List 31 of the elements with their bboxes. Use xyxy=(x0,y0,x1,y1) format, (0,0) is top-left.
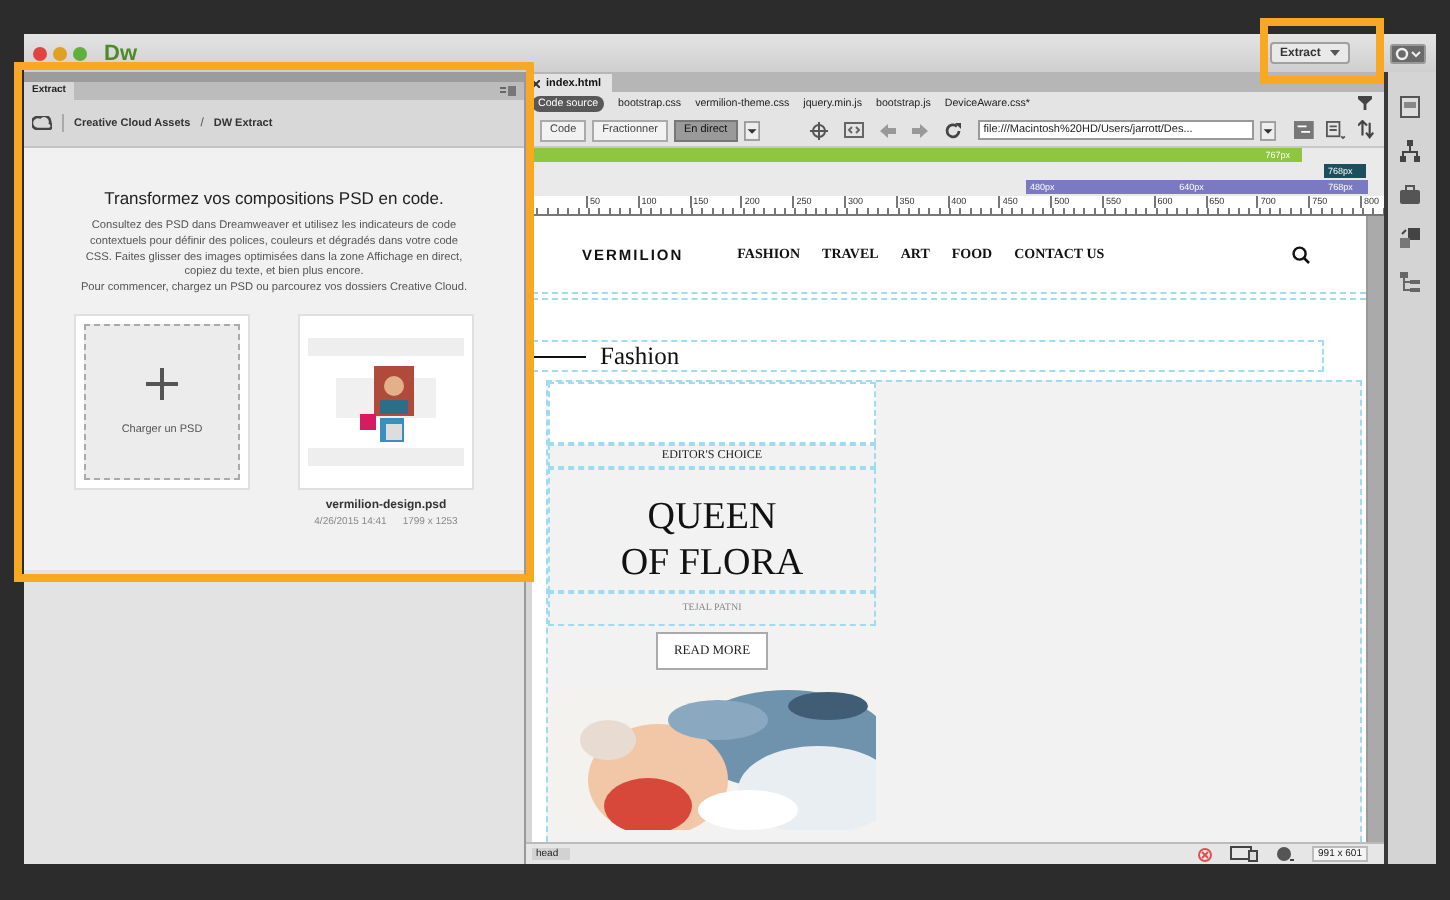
search-icon[interactable] xyxy=(1292,245,1310,263)
scrollbar[interactable] xyxy=(1366,216,1384,842)
list-options-icon[interactable] xyxy=(1326,120,1347,140)
sort-icon[interactable] xyxy=(1358,120,1376,140)
window-controls-icon[interactable] xyxy=(32,45,92,61)
app-logo: Dw xyxy=(104,41,137,65)
section-heading: Fashion xyxy=(600,341,680,371)
error-icon[interactable] xyxy=(1198,847,1213,861)
dropdown-icon[interactable] xyxy=(743,119,760,141)
swap-icon[interactable] xyxy=(1400,228,1420,250)
highlight-frame xyxy=(1260,18,1384,84)
plus-icon xyxy=(146,367,178,400)
creative-cloud-icon xyxy=(32,116,52,130)
card-title: QUEEN OF FLORA xyxy=(548,468,876,592)
tree-icon[interactable] xyxy=(1400,272,1420,294)
split-panes-icon[interactable] xyxy=(1294,120,1315,140)
code-view-icon[interactable] xyxy=(843,122,864,138)
panel-heading: Transformez vos compositions PSD en code. xyxy=(104,188,444,208)
devices-icon[interactable] xyxy=(1230,846,1259,862)
filter-icon[interactable] xyxy=(1358,96,1372,110)
briefcase-icon[interactable] xyxy=(1400,184,1420,206)
refresh-icon[interactable] xyxy=(943,121,962,139)
caret-icon xyxy=(1330,50,1340,56)
close-icon[interactable] xyxy=(532,79,540,87)
target-icon[interactable] xyxy=(809,121,828,139)
insert-panel-icon[interactable] xyxy=(1400,96,1420,118)
dropdown-icon[interactable] xyxy=(1260,119,1277,141)
panel-menu-icon[interactable] xyxy=(500,86,516,96)
heading-rule xyxy=(534,355,586,357)
file-card[interactable] xyxy=(298,313,474,490)
hierarchy-icon[interactable] xyxy=(1400,140,1420,162)
